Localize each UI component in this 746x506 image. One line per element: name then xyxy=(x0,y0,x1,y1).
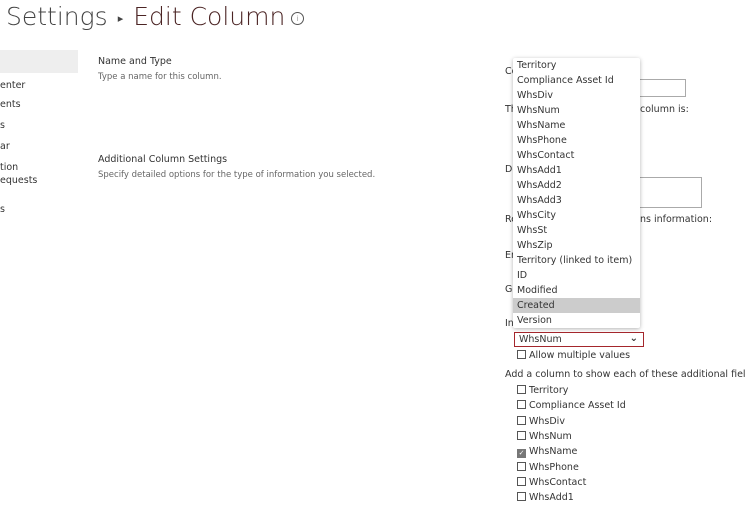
checkbox-label: Compliance Asset Id xyxy=(529,400,626,412)
checkbox-icon xyxy=(517,492,526,502)
checkbox-label: Territory xyxy=(529,385,569,396)
dropdown-option[interactable]: ID xyxy=(513,268,640,283)
section-description: Type a name for this column. xyxy=(98,72,222,82)
checkbox-label: WhsContact xyxy=(529,476,587,488)
page-title: Settings ▸ Edit Column i xyxy=(6,2,305,31)
additional-field-checkbox[interactable]: Territory xyxy=(517,385,568,396)
breadcrumb-separator-icon: ▸ xyxy=(117,11,124,25)
dropdown-option[interactable]: Compliance Asset Id xyxy=(513,73,640,88)
section-description: Specify detailed options for the type of… xyxy=(98,170,376,180)
section-title: Name and Type xyxy=(98,56,172,67)
additional-field-checkbox[interactable]: ✓ WhsName xyxy=(517,446,578,459)
nav-selected-item[interactable] xyxy=(0,50,78,73)
breadcrumb-current: Edit Column xyxy=(133,2,286,31)
checkbox-icon xyxy=(517,385,526,394)
dropdown-option[interactable]: Territory (linked to item) xyxy=(513,253,640,268)
nav-item[interactable]: ents xyxy=(0,99,21,110)
chevron-down-icon: ⌄ xyxy=(629,333,638,344)
additional-field-checkbox[interactable]: WhsContact xyxy=(517,476,587,488)
checkbox-label: WhsDiv xyxy=(529,415,565,427)
additional-field-checkbox[interactable]: WhsAdd1 xyxy=(517,492,574,503)
checkbox-icon xyxy=(517,400,526,410)
dropdown-option[interactable]: WhsName xyxy=(513,118,640,133)
breadcrumb-parent[interactable]: Settings xyxy=(6,2,108,31)
dropdown-option[interactable]: WhsAdd2 xyxy=(513,178,640,193)
checkbox-icon xyxy=(517,415,526,425)
label-fragment: column is: xyxy=(640,104,689,115)
lookup-column-select[interactable]: WhsNum ⌄ xyxy=(514,332,644,347)
nav-item[interactable]: enter xyxy=(0,80,25,91)
section-title: Additional Column Settings xyxy=(98,154,228,165)
dropdown-option[interactable]: Created xyxy=(513,298,640,313)
dropdown-option[interactable]: WhsAdd1 xyxy=(513,163,640,178)
checkbox-icon xyxy=(517,350,526,359)
checkbox-icon xyxy=(517,476,526,486)
additional-fields-label: Add a column to show each of these addit… xyxy=(505,369,746,380)
checkbox-label: WhsPhone xyxy=(529,461,579,473)
checkbox-label: WhsNum xyxy=(529,430,572,442)
dropdown-option[interactable]: WhsCity xyxy=(513,208,640,223)
checkbox-label: WhsAdd1 xyxy=(529,492,574,504)
additional-field-checkbox[interactable]: WhsDiv xyxy=(517,415,565,427)
allow-multiple-checkbox[interactable]: Allow multiple values xyxy=(517,350,630,361)
checkbox-icon xyxy=(517,430,526,440)
dropdown-option[interactable]: Territory xyxy=(513,58,640,73)
label-fragment: ns information: xyxy=(640,214,713,225)
nav-item[interactable]: equests xyxy=(0,175,37,186)
checkbox-label: Allow multiple values xyxy=(529,350,631,361)
dropdown-option[interactable]: WhsPhone xyxy=(513,133,640,148)
nav-item[interactable]: s xyxy=(0,120,5,131)
nav-item[interactable]: ar xyxy=(0,141,10,152)
select-value: WhsNum xyxy=(519,334,562,345)
nav-item[interactable]: s xyxy=(0,204,5,215)
dropdown-option[interactable]: WhsZip xyxy=(513,238,640,253)
checkbox-icon xyxy=(517,461,526,471)
additional-field-checkbox[interactable]: WhsPhone xyxy=(517,461,579,473)
dropdown-option[interactable]: WhsAdd3 xyxy=(513,193,640,208)
info-circle-icon[interactable]: i xyxy=(291,11,305,25)
dropdown-option[interactable]: WhsContact xyxy=(513,148,640,163)
additional-field-checkbox[interactable]: Compliance Asset Id xyxy=(517,400,626,411)
checkbox-icon: ✓ xyxy=(517,449,526,459)
additional-field-checkbox[interactable]: WhsNum xyxy=(517,430,572,442)
checkbox-label: WhsName xyxy=(529,446,578,458)
dropdown-option[interactable]: WhsDiv xyxy=(513,88,640,103)
dropdown-option[interactable]: Modified xyxy=(513,283,640,298)
nav-item[interactable]: tion xyxy=(0,162,18,173)
dropdown-option[interactable]: Version xyxy=(513,313,640,328)
dropdown-option[interactable]: WhsNum xyxy=(513,103,640,118)
dropdown-option[interactable]: WhsSt xyxy=(513,223,640,238)
lookup-dropdown-list[interactable]: Territory Compliance Asset Id WhsDiv WhsNum… xyxy=(513,58,640,328)
